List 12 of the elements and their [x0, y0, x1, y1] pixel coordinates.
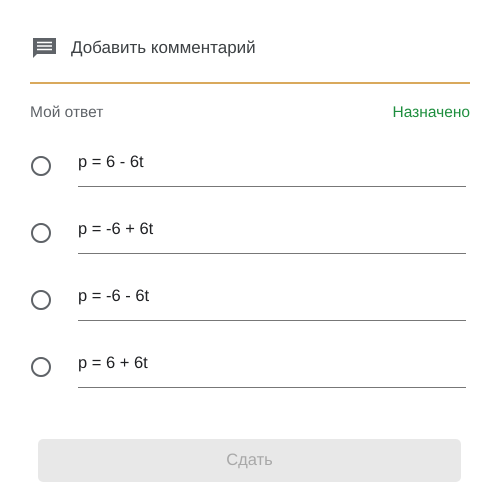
radio-button[interactable]: [31, 290, 51, 310]
option-label[interactable]: p = 6 + 6t: [78, 354, 148, 373]
option-label[interactable]: p = 6 - 6t: [78, 153, 144, 172]
radio-button[interactable]: [31, 357, 51, 377]
radio-button[interactable]: [31, 223, 51, 243]
status-label: Назначено: [392, 104, 470, 122]
radio-button[interactable]: [31, 156, 51, 176]
my-answer-label: Мой ответ: [30, 104, 104, 122]
comment-icon: [32, 37, 57, 59]
add-comment-button[interactable]: Добавить комментарий: [30, 30, 470, 84]
option-label[interactable]: p = -6 + 6t: [78, 220, 154, 239]
option-label[interactable]: p = -6 - 6t: [78, 287, 150, 306]
